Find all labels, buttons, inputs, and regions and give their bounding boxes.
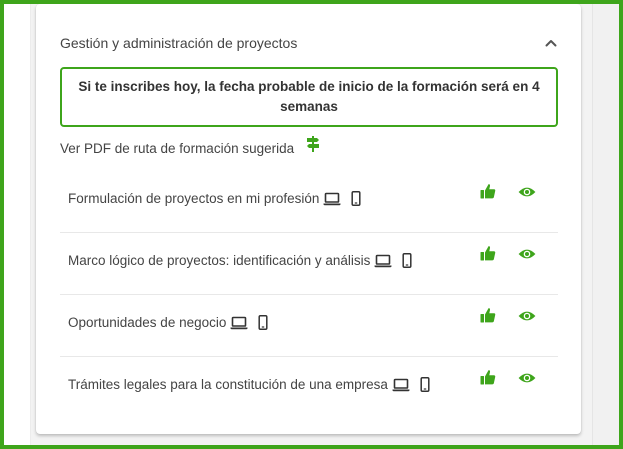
notice-text: Si te inscribes hoy, la fecha probable d… (78, 79, 540, 114)
course-actions (480, 307, 536, 328)
course-item: Marco lógico de proyectos: identificació… (68, 253, 422, 268)
eye-icon[interactable] (518, 247, 536, 265)
background-left-panel (4, 4, 31, 445)
thumbs-up-icon[interactable] (480, 245, 496, 266)
course-row: Marco lógico de proyectos: identificació… (60, 233, 558, 295)
course-name: Trámites legales para la constitución de… (68, 377, 388, 392)
mobile-phone-icon (258, 315, 268, 330)
device-icons (374, 253, 422, 268)
chevron-up-icon (545, 40, 557, 47)
pdf-route-label: Ver PDF de ruta de formación sugerida (60, 141, 295, 156)
course-item: Formulación de proyectos en mi profesión (68, 191, 371, 206)
signpost-icon (306, 136, 320, 155)
course-path-card: Gestión y administración de proyectos Si… (36, 4, 581, 434)
thumbs-up-icon[interactable] (480, 369, 496, 390)
mobile-phone-icon (351, 191, 361, 206)
course-row: Trámites legales para la constitución de… (60, 357, 558, 419)
course-actions (480, 369, 536, 390)
device-icons (323, 191, 371, 206)
course-item: Trámites legales para la constitución de… (68, 377, 440, 392)
eye-icon[interactable] (518, 185, 536, 203)
mobile-phone-icon (420, 377, 430, 392)
thumbs-up-icon[interactable] (480, 183, 496, 204)
course-row: Formulación de proyectos en mi profesión (60, 171, 558, 233)
course-name: Oportunidades de negocio (68, 315, 227, 330)
card-title: Gestión y administración de proyectos (60, 35, 298, 51)
eye-icon[interactable] (518, 371, 536, 389)
start-date-notice: Si te inscribes hoy, la fecha probable d… (60, 67, 558, 127)
thumbs-up-icon[interactable] (480, 307, 496, 328)
device-icons (230, 315, 278, 330)
course-actions (480, 183, 536, 204)
course-list: Formulación de proyectos en mi profesión (60, 171, 558, 419)
laptop-icon (323, 192, 341, 205)
course-name: Formulación de proyectos en mi profesión (68, 191, 320, 206)
mobile-phone-icon (402, 253, 412, 268)
laptop-icon (374, 254, 392, 267)
card-header[interactable]: Gestión y administración de proyectos (60, 33, 560, 53)
pdf-route-link[interactable]: Ver PDF de ruta de formación sugerida (60, 136, 320, 156)
course-row: Oportunidades de negocio (60, 295, 558, 357)
device-icons (392, 377, 440, 392)
laptop-icon (230, 316, 248, 329)
course-actions (480, 245, 536, 266)
collapse-button[interactable] (542, 34, 560, 52)
course-item: Oportunidades de negocio (68, 315, 278, 330)
laptop-icon (392, 378, 410, 391)
background-right-panel (592, 4, 619, 445)
course-name: Marco lógico de proyectos: identificació… (68, 253, 371, 268)
eye-icon[interactable] (518, 309, 536, 327)
